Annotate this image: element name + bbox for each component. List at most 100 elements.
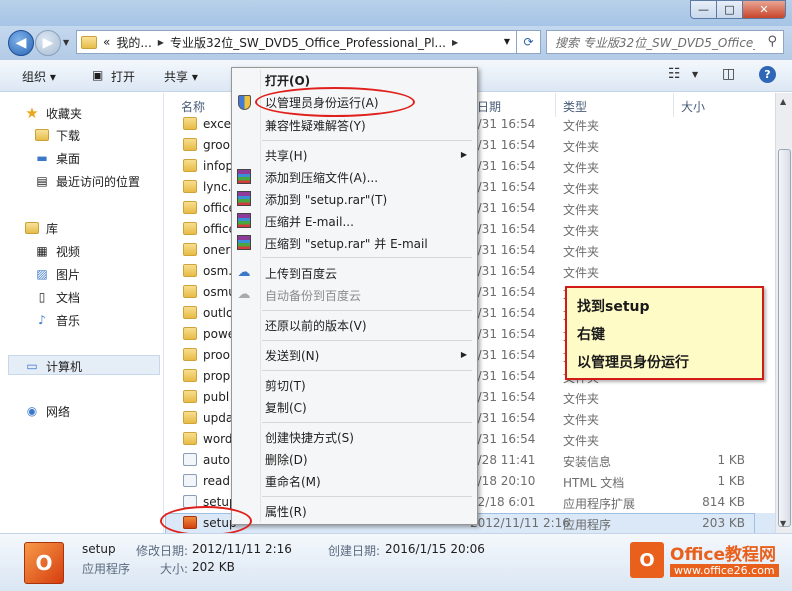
menu-item-cut[interactable]: 剪切(T) bbox=[265, 377, 306, 394]
menu-item-add-to-setup-rar[interactable]: 添加到 "setup.rar"(T) bbox=[265, 191, 387, 208]
menu-item-restore-previous[interactable]: 还原以前的版本(V) bbox=[265, 317, 367, 334]
folder-icon bbox=[183, 243, 197, 256]
sidebar-item-recent[interactable]: ▤ 最近访问的位置 bbox=[34, 171, 140, 191]
breadcrumb-my[interactable]: 我的... bbox=[116, 34, 151, 51]
preview-pane-icon[interactable]: ◫ bbox=[722, 66, 735, 82]
refresh-button[interactable]: ⟳ bbox=[517, 30, 541, 54]
share-button[interactable]: 共享 ▾ bbox=[164, 68, 198, 85]
sidebar-item-videos[interactable]: ▦ 视频 bbox=[34, 241, 80, 261]
menu-separator bbox=[262, 140, 472, 141]
menu-item-rename[interactable]: 重命名(M) bbox=[265, 473, 321, 490]
menu-item-compatibility-troubleshoot[interactable]: 兼容性疑难解答(Y) bbox=[265, 117, 366, 134]
details-modified-label: 修改日期: bbox=[136, 544, 189, 558]
folder-icon bbox=[183, 390, 197, 403]
video-icon: ▦ bbox=[36, 244, 48, 258]
folder-icon bbox=[183, 411, 197, 424]
open-icon: ▣ bbox=[92, 68, 104, 82]
menu-item-backup-baidu[interactable]: 自动备份到百度云 bbox=[265, 287, 361, 304]
vertical-scrollbar[interactable]: ▲ ▼ bbox=[775, 93, 792, 533]
music-icon: ♪ bbox=[38, 313, 46, 327]
folder-icon bbox=[81, 35, 97, 49]
annotation-circle-setup bbox=[160, 506, 252, 536]
sidebar-item-network[interactable]: ◉ 网络 bbox=[24, 401, 70, 421]
download-folder-icon bbox=[34, 128, 50, 142]
search-input[interactable]: 搜索 专业版32位_SW_DVD5_Office_... ⚲ bbox=[546, 30, 784, 54]
forward-button[interactable]: ▶ bbox=[35, 30, 61, 56]
sidebar-item-pictures[interactable]: ▨ 图片 bbox=[34, 264, 80, 284]
scrollbar-thumb[interactable] bbox=[778, 149, 791, 527]
menu-item-upload-baidu[interactable]: 上传到百度云 bbox=[265, 265, 337, 282]
winrar-icon bbox=[236, 234, 252, 250]
submenu-arrow-icon: ▶ bbox=[460, 150, 467, 159]
address-dropdown[interactable]: ▼ bbox=[504, 37, 510, 46]
picture-icon: ▨ bbox=[36, 267, 48, 281]
column-header-name[interactable]: 名称 bbox=[181, 98, 205, 115]
sidebar-item-documents[interactable]: ▯ 文档 bbox=[34, 287, 80, 307]
menu-item-delete[interactable]: 删除(D) bbox=[265, 451, 308, 468]
menu-item-compress-setup-email[interactable]: 压缩到 "setup.rar" 并 E-mail bbox=[265, 235, 428, 252]
scroll-down-icon[interactable]: ▼ bbox=[780, 519, 786, 528]
view-options-icon[interactable]: ☷ bbox=[668, 66, 681, 82]
callout-line-3: 以管理员身份运行 bbox=[577, 355, 689, 371]
column-header-size[interactable]: 大小 bbox=[681, 98, 705, 115]
chevron-right-icon[interactable]: ▶ bbox=[158, 38, 164, 47]
office-logo-icon: O bbox=[630, 542, 664, 578]
context-menu: 打开(O) 以管理员身份运行(A) 兼容性疑难解答(Y) 共享(H) ▶ 添加到… bbox=[231, 67, 478, 525]
folder-icon bbox=[183, 180, 197, 193]
menu-item-properties[interactable]: 属性(R) bbox=[265, 503, 307, 520]
folder-icon bbox=[183, 159, 197, 172]
title-bar: — □ ✕ bbox=[0, 0, 792, 26]
winrar-icon bbox=[236, 190, 252, 206]
breadcrumb-overflow[interactable]: « bbox=[103, 35, 110, 49]
menu-item-copy[interactable]: 复制(C) bbox=[265, 399, 307, 416]
breadcrumb-current[interactable]: 专业版32位_SW_DVD5_Office_Professional_Pl... bbox=[170, 34, 446, 51]
folder-icon bbox=[183, 306, 197, 319]
search-icon[interactable]: ⚲ bbox=[767, 34, 777, 49]
details-type: 应用程序 bbox=[82, 562, 131, 576]
folder-icon bbox=[183, 432, 197, 445]
sidebar-item-computer[interactable]: ▭ 计算机 bbox=[24, 356, 82, 376]
chevron-right-icon[interactable]: ▶ bbox=[452, 38, 458, 47]
menu-item-compress-email[interactable]: 压缩并 E-mail... bbox=[265, 213, 354, 230]
sidebar-item-favorites[interactable]: ★ 收藏夹 bbox=[24, 103, 82, 123]
back-button[interactable]: ◀ bbox=[8, 30, 34, 56]
maximize-button[interactable]: □ bbox=[716, 0, 743, 19]
menu-separator bbox=[262, 257, 472, 258]
search-placeholder: 搜索 专业版32位_SW_DVD5_Office_... bbox=[555, 35, 755, 50]
close-button[interactable]: ✕ bbox=[742, 0, 786, 19]
baidu-cloud-icon: ☁ bbox=[237, 286, 251, 302]
folder-icon bbox=[183, 369, 197, 382]
callout-line-1: 找到setup bbox=[577, 299, 650, 315]
library-icon bbox=[24, 221, 40, 235]
site-watermark: O Office教程网 www.office26.com bbox=[630, 538, 790, 586]
uac-shield-icon bbox=[236, 94, 252, 110]
sidebar-item-libraries[interactable]: 库 bbox=[24, 218, 58, 238]
folder-icon bbox=[183, 285, 197, 298]
menu-item-send-to[interactable]: 发送到(N) bbox=[265, 347, 319, 364]
column-header-type[interactable]: 类型 bbox=[563, 98, 587, 115]
menu-item-open[interactable]: 打开(O) bbox=[265, 72, 310, 89]
star-icon: ★ bbox=[25, 104, 39, 122]
folder-icon bbox=[183, 327, 197, 340]
open-button[interactable]: 打开 bbox=[111, 68, 135, 85]
organize-button[interactable]: 组织 ▾ bbox=[22, 68, 56, 85]
winrar-icon bbox=[236, 168, 252, 184]
scroll-up-icon[interactable]: ▲ bbox=[780, 97, 786, 106]
folder-icon bbox=[183, 264, 197, 277]
view-dropdown-icon[interactable]: ▼ bbox=[692, 70, 698, 79]
computer-icon: ▭ bbox=[26, 359, 38, 373]
folder-icon bbox=[183, 138, 197, 151]
recent-pages-dropdown[interactable]: ▼ bbox=[63, 38, 69, 47]
help-icon[interactable]: ? bbox=[759, 66, 776, 83]
folder-icon bbox=[183, 117, 197, 130]
minimize-button[interactable]: — bbox=[690, 0, 717, 19]
sidebar-item-music[interactable]: ♪ 音乐 bbox=[34, 310, 80, 330]
menu-item-create-shortcut[interactable]: 创建快捷方式(S) bbox=[265, 429, 354, 446]
sidebar-item-desktop[interactable]: ▬ 桌面 bbox=[34, 148, 80, 168]
menu-item-add-to-archive[interactable]: 添加到压缩文件(A)... bbox=[265, 169, 378, 186]
watermark-title: Office教程网 bbox=[670, 545, 777, 565]
address-bar[interactable]: « 我的... ▶ 专业版32位_SW_DVD5_Office_Professi… bbox=[76, 30, 517, 54]
sidebar-item-downloads[interactable]: 下载 bbox=[34, 125, 80, 145]
column-header-date[interactable]: 日期 bbox=[477, 98, 501, 115]
menu-item-share[interactable]: 共享(H) bbox=[265, 147, 307, 164]
